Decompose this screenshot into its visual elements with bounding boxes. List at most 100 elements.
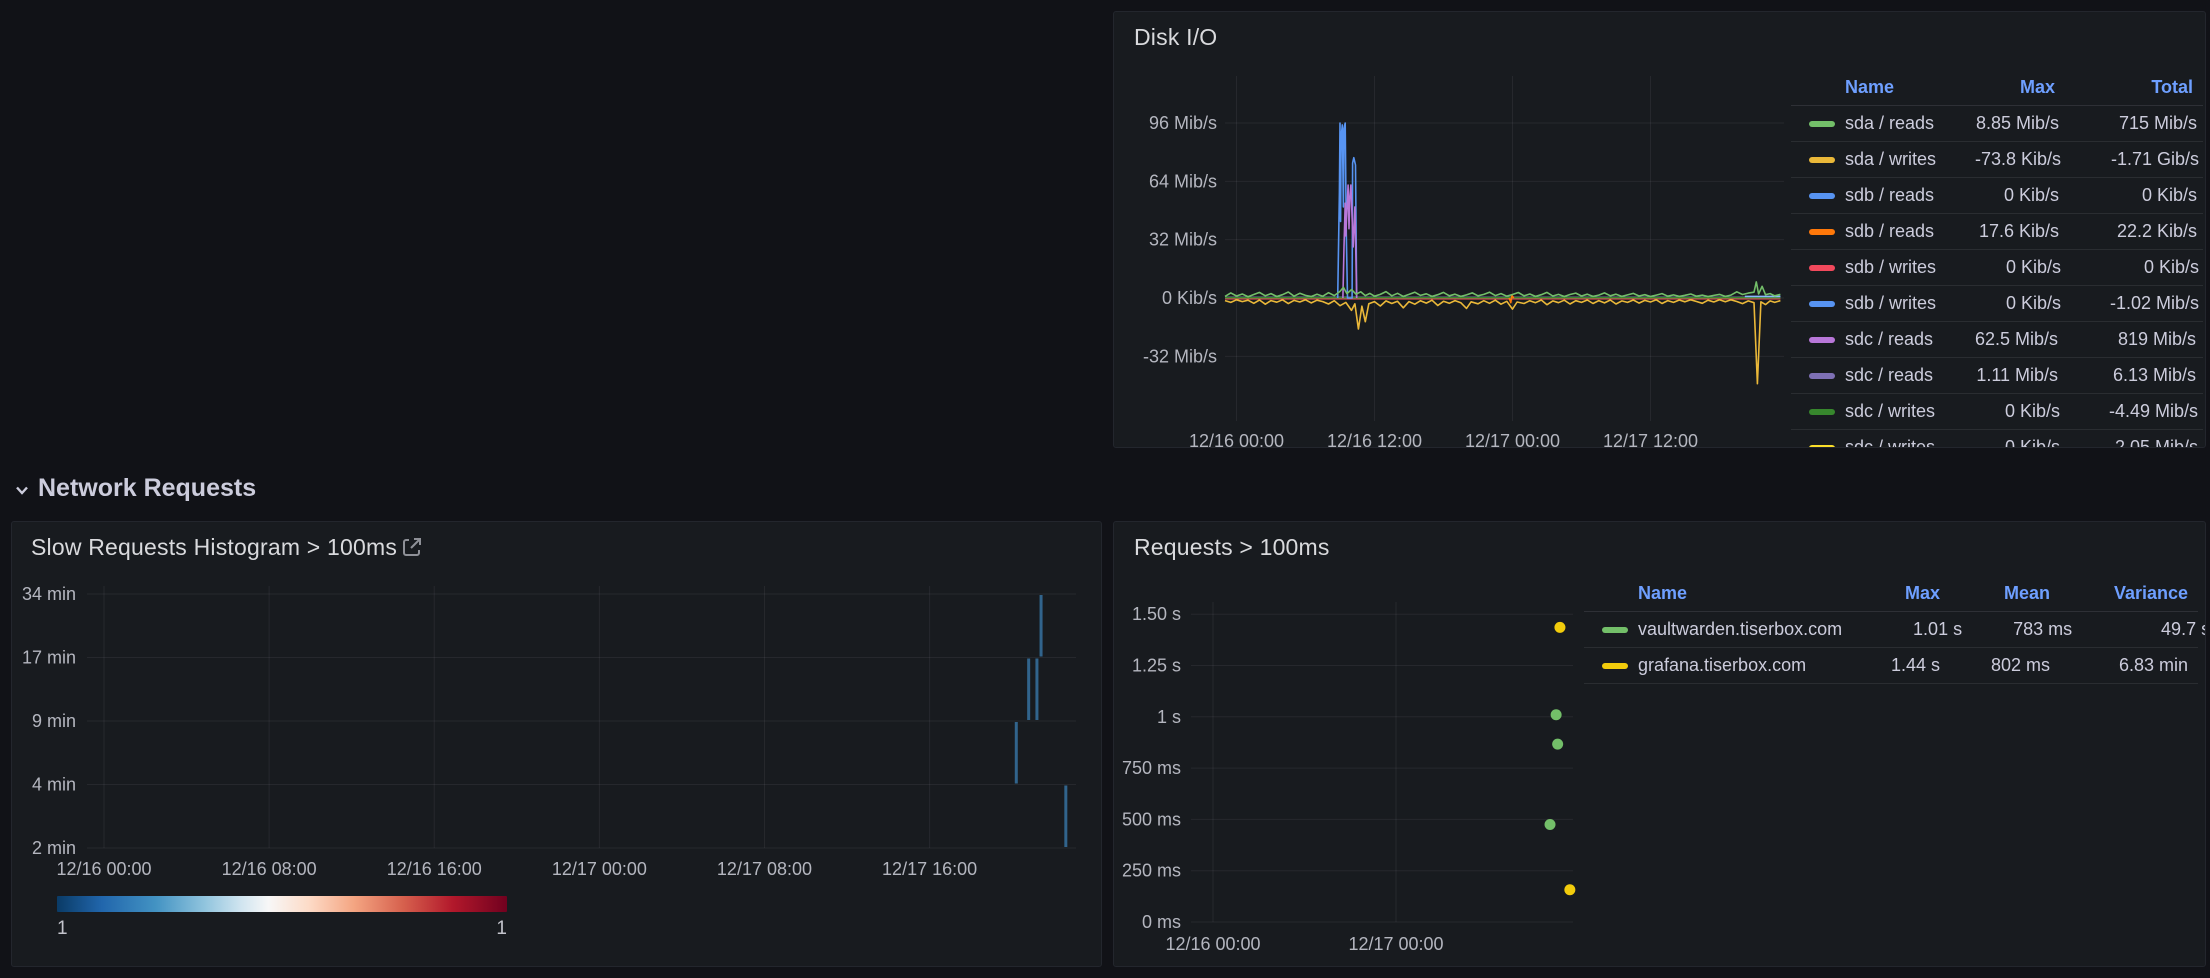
series-color-swatch [1809, 301, 1835, 307]
series-color-swatch [1809, 265, 1835, 271]
legend-row[interactable]: sdc / writes0 Kib/s-4.49 Mib/s [1791, 394, 2203, 430]
legend-series-name: sdb / writes [1791, 293, 1936, 314]
legend-series-name: sdc / reads [1791, 365, 1933, 386]
legend-series-name: grafana.tiserbox.com [1584, 655, 1820, 676]
gradient-min-label: 1 [57, 918, 68, 940]
y-axis-tick-label: 500 ms [1122, 809, 1181, 829]
x-axis-tick-label: 12/17 00:00 [1465, 431, 1560, 447]
y-axis-tick-label: 34 min [22, 584, 76, 604]
x-axis-tick-label: 12/16 00:00 [1189, 431, 1284, 447]
legend-column-header[interactable]: Mean [1940, 583, 2050, 604]
legend-series-name: sdb / reads [1791, 221, 1934, 242]
heatmap-cell[interactable] [1035, 659, 1038, 721]
scatter-point[interactable] [1551, 709, 1562, 720]
scatter-point[interactable] [1564, 884, 1575, 895]
legend-value: 0 Kib/s [1935, 401, 2060, 422]
series-color-swatch [1809, 445, 1835, 449]
legend-value: 22.2 Kib/s [2059, 221, 2197, 242]
legend-row[interactable]: sdc / writes0 Kib/s-2.05 Mib/s [1791, 430, 2203, 448]
y-axis-tick-label: 32 Mib/s [1149, 230, 1217, 250]
legend-value: -73.8 Kib/s [1936, 149, 2061, 170]
scatter-point[interactable] [1552, 739, 1563, 750]
legend-header-row: NameMaxTotal [1791, 70, 2203, 106]
legend-value: -1.02 Mib/s [2061, 293, 2199, 314]
legend-row[interactable]: sda / writes-73.8 Kib/s-1.71 Gib/s [1791, 142, 2203, 178]
legend-row[interactable]: vaultwarden.tiserbox.com1.01 s783 ms49.7… [1584, 612, 2198, 648]
legend-column-header[interactable]: Total [2055, 77, 2193, 98]
series-color-swatch [1809, 409, 1835, 415]
y-axis-tick-label: 17 min [22, 648, 76, 668]
heatmap-cell[interactable] [1015, 722, 1018, 784]
y-axis-tick-label: 4 min [32, 775, 76, 795]
x-axis-tick-label: 12/16 12:00 [1327, 431, 1422, 447]
legend-row[interactable]: sdb / writes0 Kib/s-1.02 Mib/s [1791, 286, 2203, 322]
scatter-point[interactable] [1545, 819, 1556, 830]
legend-row[interactable]: sdb / reads0 Kib/s0 Kib/s [1791, 178, 2203, 214]
heatmap-cell[interactable] [1064, 786, 1067, 848]
legend-row[interactable]: sdc / reads62.5 Mib/s819 Mib/s [1791, 322, 2203, 358]
heatmap-cell[interactable] [1027, 659, 1030, 721]
legend-row[interactable]: sdb / reads17.6 Kib/s22.2 Kib/s [1791, 214, 2203, 250]
legend-value: 6.83 min [2050, 655, 2188, 676]
legend-row[interactable]: sdc / reads1.11 Mib/s6.13 Mib/s [1791, 358, 2203, 394]
legend-value: 6.13 Mib/s [2058, 365, 2196, 386]
legend-value: 0 Kib/s [1934, 185, 2059, 206]
section-title: Network Requests [38, 474, 256, 503]
x-axis-tick-label: 12/17 00:00 [1348, 934, 1443, 954]
legend-series-name: sda / writes [1791, 149, 1936, 170]
y-axis-tick-label: 2 min [32, 838, 76, 858]
series-line [1225, 300, 1780, 384]
y-axis-tick-label: -32 Mib/s [1143, 346, 1217, 366]
heatmap-cell[interactable] [1040, 595, 1043, 657]
y-axis-tick-label: 250 ms [1122, 861, 1181, 881]
x-axis-tick-label: 12/17 08:00 [717, 859, 812, 879]
disk-io-legend-table: NameMaxTotalsda / reads8.85 Mib/s715 Mib… [1791, 70, 2203, 448]
heatmap-color-gradient [57, 896, 507, 912]
legend-column-header[interactable]: Variance [2050, 583, 2188, 604]
legend-value: 62.5 Mib/s [1933, 329, 2058, 350]
y-axis-tick-label: 0 ms [1142, 912, 1181, 932]
y-axis-tick-label: 1 s [1157, 707, 1181, 727]
x-axis-tick-label: 12/16 16:00 [387, 859, 482, 879]
legend-value: 8.85 Mib/s [1934, 113, 2059, 134]
legend-series-name: sdb / writes [1791, 257, 1936, 278]
legend-row[interactable]: sdb / writes0 Kib/s0 Kib/s [1791, 250, 2203, 286]
series-color-swatch [1809, 337, 1835, 343]
legend-value: 1.01 s [1842, 619, 1962, 640]
legend-value: 17.6 Kib/s [1934, 221, 2059, 242]
legend-value: 0 Kib/s [1936, 293, 2061, 314]
legend-value: 0 Kib/s [2061, 257, 2199, 278]
chevron-down-icon [14, 482, 30, 498]
legend-value: 0 Kib/s [2059, 185, 2197, 206]
series-color-swatch [1809, 157, 1835, 163]
legend-value: 1.11 Mib/s [1933, 365, 2058, 386]
series-color-swatch [1602, 663, 1628, 669]
legend-column-header[interactable]: Name [1791, 77, 1930, 98]
legend-series-name: sdc / reads [1791, 329, 1933, 350]
legend-value: 802 ms [1940, 655, 2050, 676]
legend-row[interactable]: sda / reads8.85 Mib/s715 Mib/s [1791, 106, 2203, 142]
section-header-network-requests[interactable]: Network Requests [14, 474, 256, 503]
series-color-swatch [1602, 627, 1628, 633]
x-axis-tick-label: 12/17 00:00 [552, 859, 647, 879]
scatter-point[interactable] [1554, 622, 1565, 633]
legend-column-header[interactable]: Max [1930, 77, 2055, 98]
requests-legend-table: NameMaxMeanVariance vaultwarden.tiserbox.… [1584, 576, 2198, 684]
legend-value: 49.7 s [2072, 619, 2206, 640]
legend-series-name: sdc / writes [1791, 437, 1935, 448]
series-color-swatch [1809, 121, 1835, 127]
series-color-swatch [1809, 229, 1835, 235]
panel-requests-over-100ms: Requests > 100ms 1.50 s1.25 s1 s750 ms50… [1113, 521, 2206, 967]
y-axis-tick-label: 1.25 s [1132, 656, 1181, 676]
y-axis-tick-label: 750 ms [1122, 758, 1181, 778]
y-axis-tick-label: 0 Kib/s [1162, 288, 1217, 308]
legend-column-header[interactable]: Name [1584, 583, 1820, 604]
legend-value: -2.05 Mib/s [2060, 437, 2198, 448]
legend-value: 1.44 s [1820, 655, 1940, 676]
legend-series-name: sda / reads [1791, 113, 1934, 134]
legend-row[interactable]: grafana.tiserbox.com1.44 s802 ms6.83 min [1584, 648, 2198, 684]
legend-value: 715 Mib/s [2059, 113, 2197, 134]
legend-column-header[interactable]: Max [1820, 583, 1940, 604]
gradient-max-label: 1 [491, 918, 507, 940]
x-axis-tick-label: 12/16 00:00 [1165, 934, 1260, 954]
